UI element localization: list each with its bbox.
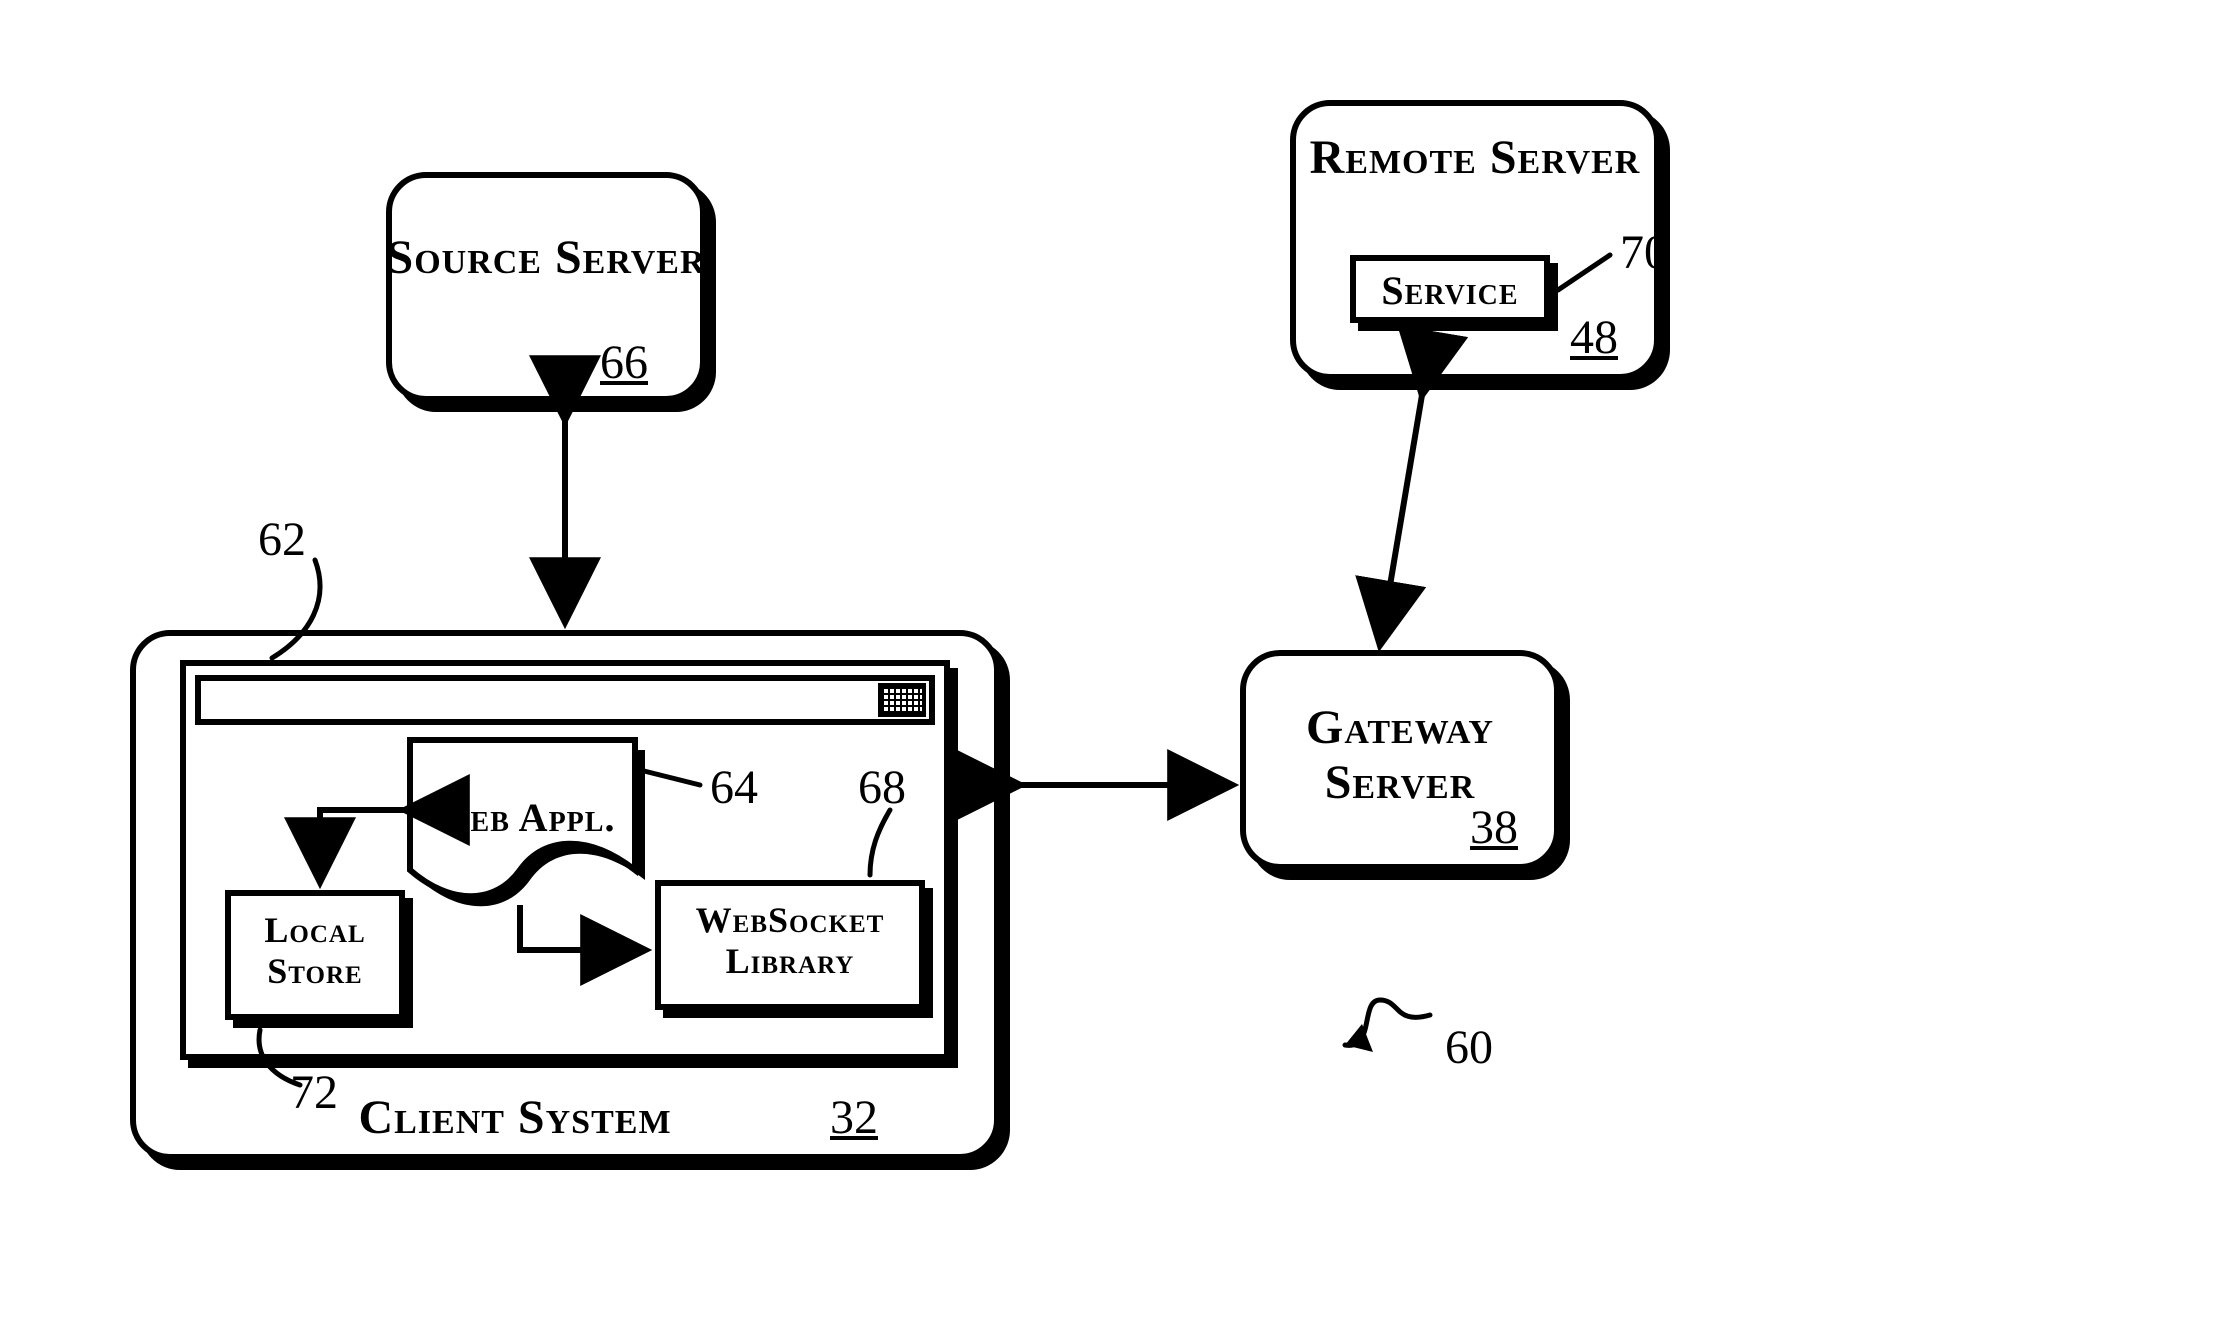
local-store-label: Local Store: [225, 910, 405, 993]
websocket-ref: 68: [858, 760, 906, 815]
remote-server-label: Remote Server: [1290, 130, 1660, 185]
gateway-server-ref: 38: [1470, 800, 1518, 855]
url-bar: [195, 675, 935, 725]
figure-ref: 60: [1445, 1020, 1493, 1075]
local-store-ref: 72: [290, 1065, 338, 1120]
source-server-label: Source Server: [386, 230, 706, 285]
client-system-label: Client System: [300, 1090, 730, 1145]
diagram-canvas: Source Server 66 Remote Server 48 Servic…: [0, 0, 2215, 1320]
websocket-label: WebSocket Library: [655, 900, 925, 983]
gateway-server-label: Gateway Server: [1240, 700, 1560, 810]
service-ref: 70: [1620, 225, 1668, 280]
client-lead-ref: 62: [258, 512, 306, 567]
url-bar-button: [878, 683, 926, 717]
source-server-box: [386, 172, 706, 402]
source-server-ref: 66: [600, 335, 648, 390]
service-label: Service: [1350, 268, 1550, 314]
web-appl-ref: 64: [710, 760, 758, 815]
client-system-ref: 32: [830, 1090, 878, 1145]
remote-server-ref: 48: [1570, 310, 1618, 365]
web-appl-label: Web Appl.: [410, 795, 635, 841]
